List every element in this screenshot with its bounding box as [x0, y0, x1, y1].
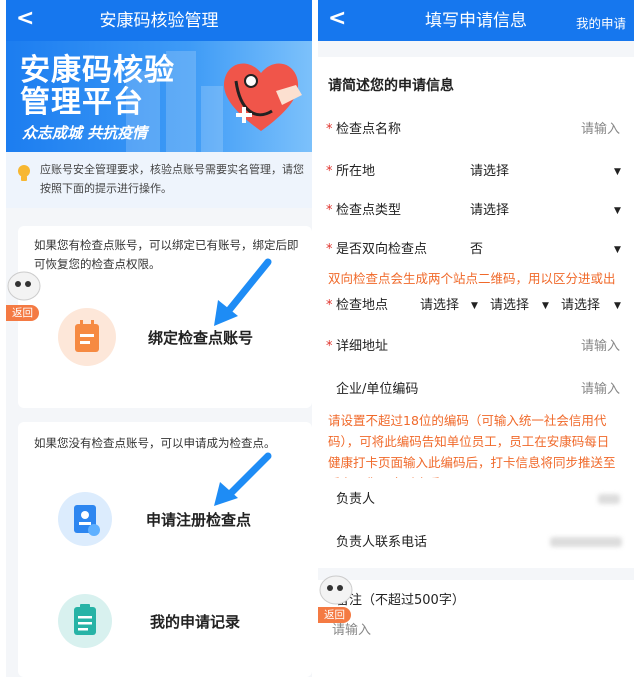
notice-text: 应账号安全管理要求，核验点账号需要实名管理，请您按照下面的提示进行操作。	[40, 163, 304, 195]
dropdown-arrow-icon[interactable]: ▼	[471, 297, 478, 315]
required-mark: *	[326, 203, 333, 218]
page-title: 安康码核验管理	[99, 11, 219, 31]
district-select[interactable]: 请选择	[561, 297, 600, 315]
bidirectional-hint: 双向检查点会生成两个站点二维码，用以区分进或出	[328, 271, 616, 286]
bind-account-label[interactable]: 绑定检查点账号	[148, 328, 253, 348]
code-hint-line3: 健康打卡页面输入此编码后，打卡信息将同步推送至	[328, 455, 616, 470]
address-input[interactable]: 请输入	[581, 338, 620, 356]
pointer-arrow-icon	[214, 452, 272, 506]
owner-field[interactable]: 负责人	[318, 490, 634, 510]
company-code-field[interactable]: 企业/单位编码 请输入	[318, 380, 634, 400]
city-select[interactable]: 请选择	[490, 297, 529, 315]
dropdown-arrow-icon[interactable]: ▼	[614, 163, 621, 181]
right-top-bar: < 填写申请信息 我的申请	[318, 0, 634, 41]
heart-stethoscope-icon	[223, 63, 302, 131]
lightbulb-icon	[18, 165, 30, 181]
composite-screenshot: < 安康码核验管理 安康码核验 管理平台 众志成城 共抗疫情 应账号安全管理要求…	[0, 0, 640, 677]
address-field[interactable]: * 详细地址 请输入	[318, 337, 634, 357]
location-value[interactable]: 请选择	[470, 163, 509, 181]
field-label: 详细地址	[336, 339, 389, 354]
banner-slogan: 众志成城 共抗疫情	[22, 124, 148, 142]
right-screen: < 填写申请信息 我的申请 请简述您的申请信息 * 检查点名称 请输入 * 所在…	[318, 0, 634, 677]
blurred-phone-value	[550, 537, 622, 547]
remark-input[interactable]: 请输入	[332, 622, 371, 640]
dropdown-arrow-icon[interactable]: ▼	[614, 202, 621, 220]
checkpoint-type-select[interactable]: * 检查点类型 请选择 ▼	[318, 201, 634, 221]
bidirectional-select[interactable]: * 是否双向检查点 否 ▼	[318, 240, 634, 260]
required-mark: *	[326, 122, 333, 137]
register-icon-circle	[58, 492, 112, 546]
dropdown-arrow-icon[interactable]: ▼	[542, 297, 549, 315]
register-checkpoint-label[interactable]: 申请注册检查点	[146, 510, 251, 530]
checkpoint-type-value[interactable]: 请选择	[470, 202, 509, 220]
bidirectional-value[interactable]: 否	[470, 241, 483, 259]
field-label: 负责人	[336, 492, 376, 507]
code-hint-line1: 请设置不超过18位的编码（可输入统一社会信用代	[328, 413, 607, 428]
banner: 安康码核验 管理平台 众志成城 共抗疫情	[6, 41, 312, 152]
owner-phone-field[interactable]: 负责人联系电话	[318, 533, 634, 553]
float-back-button[interactable]: 返回	[6, 305, 39, 321]
section-gap	[318, 568, 634, 580]
checkpoint-name-input[interactable]: 请输入	[581, 121, 620, 139]
notice-bar: 应账号安全管理要求，核验点账号需要实名管理，请您按照下面的提示进行操作。	[6, 152, 312, 208]
check-site-select[interactable]: * 检查地点 请选择 ▼ 请选择 ▼ 请选择 ▼	[318, 296, 634, 316]
header-gap	[318, 41, 634, 57]
dropdown-arrow-icon[interactable]: ▼	[614, 297, 621, 315]
location-select[interactable]: * 所在地 请选择 ▼	[318, 162, 634, 182]
required-mark: *	[326, 164, 333, 179]
field-label: 检查地点	[336, 298, 389, 313]
field-label: 是否双向检查点	[336, 242, 428, 257]
banner-title-line2: 管理平台	[20, 85, 144, 120]
left-screen: < 安康码核验管理 安康码核验 管理平台 众志成城 共抗疫情 应账号安全管理要求…	[6, 0, 312, 677]
records-icon-circle	[58, 594, 112, 648]
section-title: 请简述您的申请信息	[328, 78, 454, 94]
field-label: 企业/单位编码	[336, 382, 419, 397]
field-label: 负责人联系电话	[336, 535, 428, 550]
apply-card: 如果您没有检查点账号，可以申请成为检查点。 申请注册检查点 我的申请记录	[18, 422, 312, 677]
required-mark: *	[326, 242, 333, 257]
left-top-bar: < 安康码核验管理	[6, 0, 312, 41]
field-label: 检查点名称	[336, 122, 402, 137]
company-code-input[interactable]: 请输入	[581, 381, 620, 399]
blurred-owner-value	[598, 494, 620, 504]
bind-account-card[interactable]: 如果您有检查点账号，可以绑定已有账号，绑定后即可恢复您的检查点权限。 绑定检查点…	[18, 226, 312, 408]
notebook-icon	[75, 320, 99, 352]
clipboard-icon	[74, 604, 96, 635]
my-records-label[interactable]: 我的申请记录	[150, 612, 240, 632]
robot-mascot-icon	[7, 271, 41, 301]
id-card-icon	[74, 505, 100, 536]
required-mark: *	[326, 339, 333, 354]
code-hint-line2: 码），可将此编码告知单位员工，员工在安康码每日	[328, 434, 610, 449]
robot-mascot-icon	[319, 575, 353, 605]
required-mark: *	[326, 298, 333, 313]
field-label: 所在地	[336, 164, 376, 179]
field-label: 检查点类型	[336, 203, 402, 218]
my-applications-link[interactable]: 我的申请	[576, 16, 626, 32]
province-select[interactable]: 请选择	[420, 297, 459, 315]
float-back-button[interactable]: 返回	[318, 607, 351, 623]
pointer-arrow-icon	[214, 258, 272, 326]
bind-icon-circle	[58, 308, 116, 366]
checkpoint-name-field[interactable]: * 检查点名称 请输入	[318, 120, 634, 140]
banner-title-line1: 安康码核验	[20, 53, 175, 88]
dropdown-arrow-icon[interactable]: ▼	[614, 241, 621, 259]
